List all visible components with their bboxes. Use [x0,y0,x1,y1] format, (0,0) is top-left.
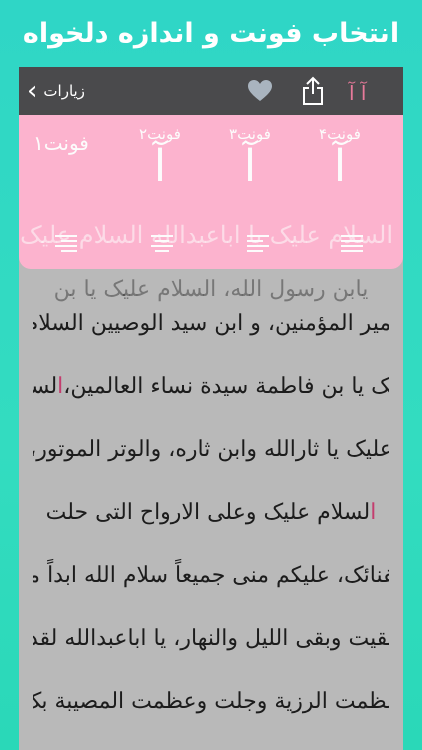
text-line: بقیت وبقی اللیل والنهار، یا اباعبدالله ل… [33,626,389,651]
chevron-left-icon: ‹ [27,76,38,106]
font-size-toggle[interactable]: آ آ [349,81,366,105]
app-screen: ‹ زیارات آ آ السلام علیک یا اباعبدالله ا… [19,67,403,750]
font-option-sample: آ [153,141,167,192]
alignment-row [19,225,403,265]
back-button-label: زیارات [43,82,85,100]
font-selection-panel: السلام علیک یا اباعبدالله السلام علیک فو… [19,115,403,269]
text-line: علیک یا ثارالله وابن ثاره، والوتر الموتو… [33,437,389,462]
font-option-2[interactable]: فونت۲ آ [139,125,181,189]
font-option-4[interactable]: فونت۴ آ [319,125,361,189]
page-banner-title: انتخاب فونت و اندازه دلخواه [22,17,400,49]
text-line: امیر المؤمنین، و ابن سید الوصیین السلام [33,311,389,336]
navigation-bar: ‹ زیارات آ آ [19,67,403,115]
align-justify-right-icon[interactable] [55,235,77,253]
align-justify-icon[interactable] [341,235,363,253]
heart-icon[interactable] [247,79,273,103]
back-button[interactable]: ‹ زیارات [27,77,85,105]
share-icon[interactable] [301,76,325,106]
text-line: بفنائک، علیکم منی جمیعاً سلام الله ابداً… [33,563,389,588]
align-center-icon[interactable] [151,235,173,253]
text-line: علیک یا بن فاطمة سیدة نساء العالمین، ا لس… [33,374,389,399]
reader-text: امیر المؤمنین، و ابن سید الوصیین السلام … [19,292,403,733]
font-option-label: فونت۱ [33,131,89,155]
font-option-1[interactable]: فونت۱ [33,131,89,155]
align-left-icon[interactable] [247,235,269,253]
text-line: عظمت الرزیة وجلت وعظمت المصیبة بک [33,689,389,714]
font-option-sample: آ [333,141,347,192]
text-line: ا لسلام علیک وعلی الارواح التی حلت [45,500,377,525]
font-option-3[interactable]: فونت۳ آ [229,125,271,189]
font-option-sample: آ [243,141,257,192]
